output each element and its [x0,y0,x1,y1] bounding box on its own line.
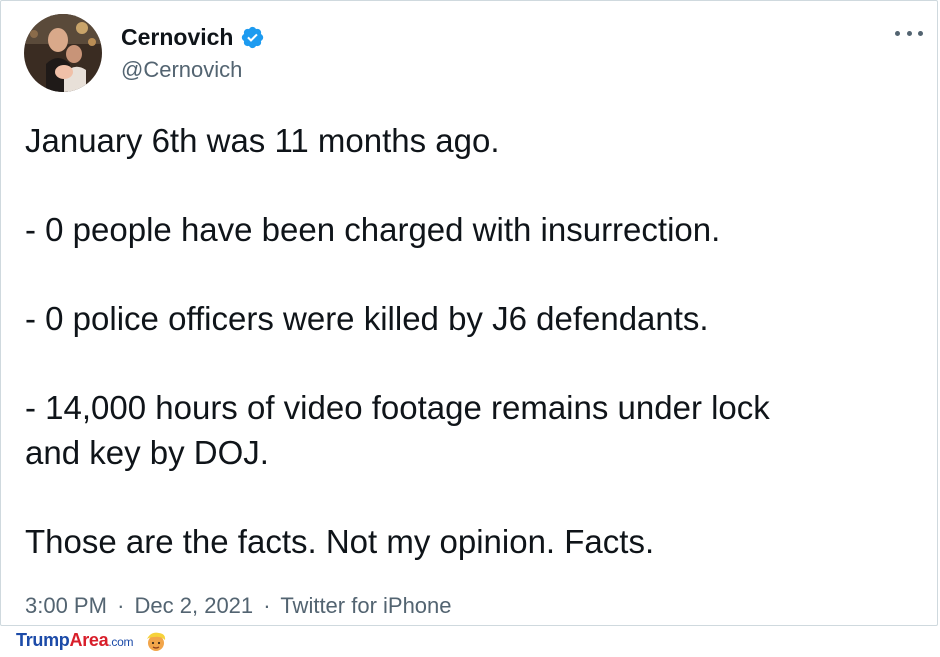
meta-separator: · [117,593,125,618]
tweet-date[interactable]: Dec 2, 2021 [135,593,254,618]
tweet-gap [25,342,915,387]
watermark-text: TrumpArea.com [16,630,133,652]
watermark-part3: .com [108,635,134,649]
author-name[interactable]: Cernovich [121,23,233,51]
watermark-part2: Area [69,630,109,650]
tweet-line: - 0 police officers were killed by J6 de… [25,300,709,337]
tweet-text: January 6th was 11 months ago. - 0 peopl… [25,119,915,564]
tweet-gap [25,253,915,298]
watermark-part1: Trump [16,630,70,650]
avatar[interactable] [24,14,102,92]
tweet-line: Those are the facts. Not my opinion. Fac… [25,522,655,560]
tweet-card: Cernovich @Cernovich January 6th was 11 … [0,0,938,626]
more-options-icon[interactable] [895,25,923,41]
watermark: TrumpArea.com [16,630,167,652]
tweet-source[interactable]: Twitter for iPhone [280,593,451,618]
tweet-gap [25,475,915,520]
tweet-line: and key by DOJ. [25,433,269,471]
meta-separator: · [263,593,271,618]
tweet-line: January 6th was 11 months ago. [25,122,500,159]
trump-face-icon [145,630,167,652]
tweet-gap [25,164,915,209]
author-name-row: Cernovich [121,23,265,51]
tweet-meta: 3:00 PM · Dec 2, 2021 · Twitter for iPho… [25,592,452,620]
tweet-line: - 14,000 hours of video footage remains … [25,389,770,426]
tweet-line: - 0 people have been charged with insurr… [25,211,721,248]
tweet-time[interactable]: 3:00 PM [25,593,107,618]
author-handle[interactable]: @Cernovich [121,57,242,83]
verified-badge-icon [240,25,265,50]
avatar-photo [24,14,102,92]
